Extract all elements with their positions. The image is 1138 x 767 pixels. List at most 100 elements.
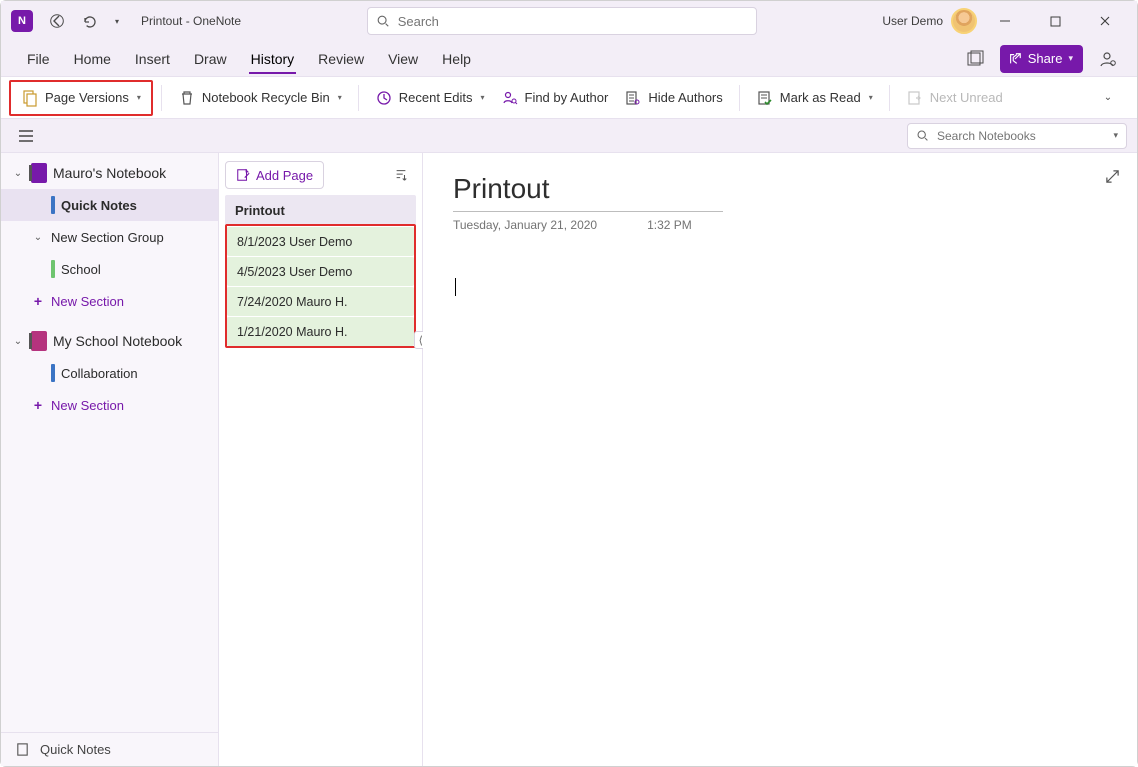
find-by-author-label: Find by Author <box>525 90 609 105</box>
main: ⌄Mauro's NotebookQuick Notes⌄New Section… <box>1 153 1137 766</box>
page-version-item[interactable]: 7/24/2020 Mauro H. <box>227 286 414 316</box>
maximize-icon <box>1050 16 1061 27</box>
page-canvas[interactable]: Printout Tuesday, January 21, 2020 1:32 … <box>423 153 1137 766</box>
expand-page-button[interactable] <box>1097 161 1127 191</box>
menu-review[interactable]: Review <box>306 45 376 73</box>
page-version-item[interactable]: 4/5/2023 User Demo <box>227 256 414 286</box>
trash-icon <box>178 89 196 107</box>
window-minimize[interactable] <box>983 5 1027 37</box>
notebook-label: Mauro's Notebook <box>53 165 166 181</box>
recycle-bin-button[interactable]: Notebook Recycle Bin ▾ <box>170 82 350 114</box>
undo-icon <box>81 13 97 29</box>
share-button[interactable]: Share ▾ <box>1000 45 1083 73</box>
page-versions-icon <box>21 89 39 107</box>
add-page-icon <box>236 168 250 182</box>
sort-pages-button[interactable] <box>386 160 416 190</box>
person-search-icon <box>501 89 519 107</box>
recent-edits-button[interactable]: Recent Edits ▾ <box>367 82 493 114</box>
quick-notes-footer[interactable]: Quick Notes <box>1 732 218 766</box>
page-item-current[interactable]: Printout <box>225 195 416 225</box>
page-title[interactable]: Printout <box>453 171 723 212</box>
notebook-row[interactable]: ⌄My School Notebook <box>1 325 218 357</box>
menu-help[interactable]: Help <box>430 45 483 73</box>
mark-read-icon <box>756 89 774 107</box>
secondary-bar: ▾ <box>1 119 1137 153</box>
window-title: Printout - OneNote <box>141 14 241 28</box>
chevron-down-icon[interactable]: ⌄ <box>31 232 45 243</box>
account-manager-button[interactable] <box>1093 44 1123 74</box>
chevron-down-icon[interactable]: ⌄ <box>11 168 25 179</box>
global-search[interactable] <box>367 7 757 35</box>
open-in-browser-button[interactable] <box>960 44 990 74</box>
quick-notes-footer-label: Quick Notes <box>40 742 111 757</box>
section-color-icon <box>51 364 55 382</box>
menu-history[interactable]: History <box>239 45 307 73</box>
hamburger-icon <box>18 129 34 143</box>
page-versions-list: 8/1/2023 User Demo4/5/2023 User Demo7/24… <box>225 224 416 348</box>
page-list: Add Page Printout 8/1/2023 User Demo4/5/… <box>219 153 423 766</box>
sort-icon <box>394 168 408 182</box>
new-section-button[interactable]: + New Section <box>1 285 218 317</box>
next-unread-button: Next Unread <box>898 82 1011 114</box>
page-versions-highlight: Page Versions ▾ <box>9 80 153 116</box>
titlebar: N ▾ Printout - OneNote User Demo <box>1 1 1137 41</box>
new-section-button[interactable]: +New Section <box>1 389 218 421</box>
user-avatar[interactable] <box>951 8 977 34</box>
plus-icon: + <box>31 397 45 413</box>
notebook-icon <box>31 331 47 351</box>
section-row[interactable]: Collaboration <box>1 357 218 389</box>
search-icon <box>916 129 929 142</box>
chevron-down-icon: ▾ <box>869 93 873 102</box>
menu-home[interactable]: Home <box>62 45 123 73</box>
notebook-icon <box>31 163 47 183</box>
page-version-item[interactable]: 1/21/2020 Mauro H. <box>227 316 414 346</box>
mark-as-read-label: Mark as Read <box>780 90 861 105</box>
menu-file[interactable]: File <box>15 45 62 73</box>
close-icon <box>1099 15 1111 27</box>
ribbon-expand-button[interactable]: ⌄ <box>1093 83 1123 113</box>
search-notebooks-input[interactable] <box>935 128 1107 144</box>
section-label: School <box>61 262 101 277</box>
menu-view[interactable]: View <box>376 45 430 73</box>
add-page-label: Add Page <box>256 168 313 183</box>
search-notebooks[interactable]: ▾ <box>907 123 1127 149</box>
new-section-label: New Section <box>51 294 124 309</box>
text-caret <box>455 278 456 296</box>
chevron-down-icon: ⌄ <box>1104 92 1112 103</box>
chevron-down-icon: ▾ <box>1068 53 1073 64</box>
expand-icon <box>1105 169 1120 184</box>
hide-authors-button[interactable]: Hide Authors <box>616 82 730 114</box>
window-maximize[interactable] <box>1033 5 1077 37</box>
next-unread-label: Next Unread <box>930 90 1003 105</box>
find-by-author-button[interactable]: Find by Author <box>493 82 617 114</box>
page-version-item[interactable]: 8/1/2023 User Demo <box>227 226 414 256</box>
add-page-button[interactable]: Add Page <box>225 161 324 189</box>
section-color-icon <box>51 260 55 278</box>
section-label: Collaboration <box>61 366 138 381</box>
global-search-input[interactable] <box>396 13 748 30</box>
recycle-bin-label: Notebook Recycle Bin <box>202 90 330 105</box>
back-button[interactable] <box>43 7 71 35</box>
plus-icon: + <box>31 293 45 309</box>
mark-as-read-button[interactable]: Mark as Read ▾ <box>748 82 881 114</box>
menu-insert[interactable]: Insert <box>123 45 182 73</box>
section-row[interactable]: School <box>1 253 218 285</box>
hamburger-button[interactable] <box>11 121 41 151</box>
section-group-row[interactable]: ⌄New Section Group <box>1 221 218 253</box>
chevron-down-icon[interactable]: ▾ <box>1113 130 1118 141</box>
chevron-down-icon[interactable]: ⌄ <box>11 336 25 347</box>
redo-dropdown[interactable]: ▾ <box>107 7 127 35</box>
undo-button[interactable] <box>75 7 103 35</box>
section-row[interactable]: Quick Notes <box>1 189 218 221</box>
menu-draw[interactable]: Draw <box>182 45 239 73</box>
window-close[interactable] <box>1083 5 1127 37</box>
next-unread-icon <box>906 89 924 107</box>
page-time: 1:32 PM <box>647 218 692 232</box>
section-label: Quick Notes <box>61 198 137 213</box>
recent-edits-label: Recent Edits <box>399 90 473 105</box>
notebook-row[interactable]: ⌄ Mauro's Notebook <box>1 157 218 189</box>
section-color-icon <box>51 196 55 214</box>
chevron-down-icon: ▾ <box>137 93 141 102</box>
page-versions-button[interactable]: Page Versions ▾ <box>13 82 149 114</box>
share-icon <box>1008 52 1022 66</box>
